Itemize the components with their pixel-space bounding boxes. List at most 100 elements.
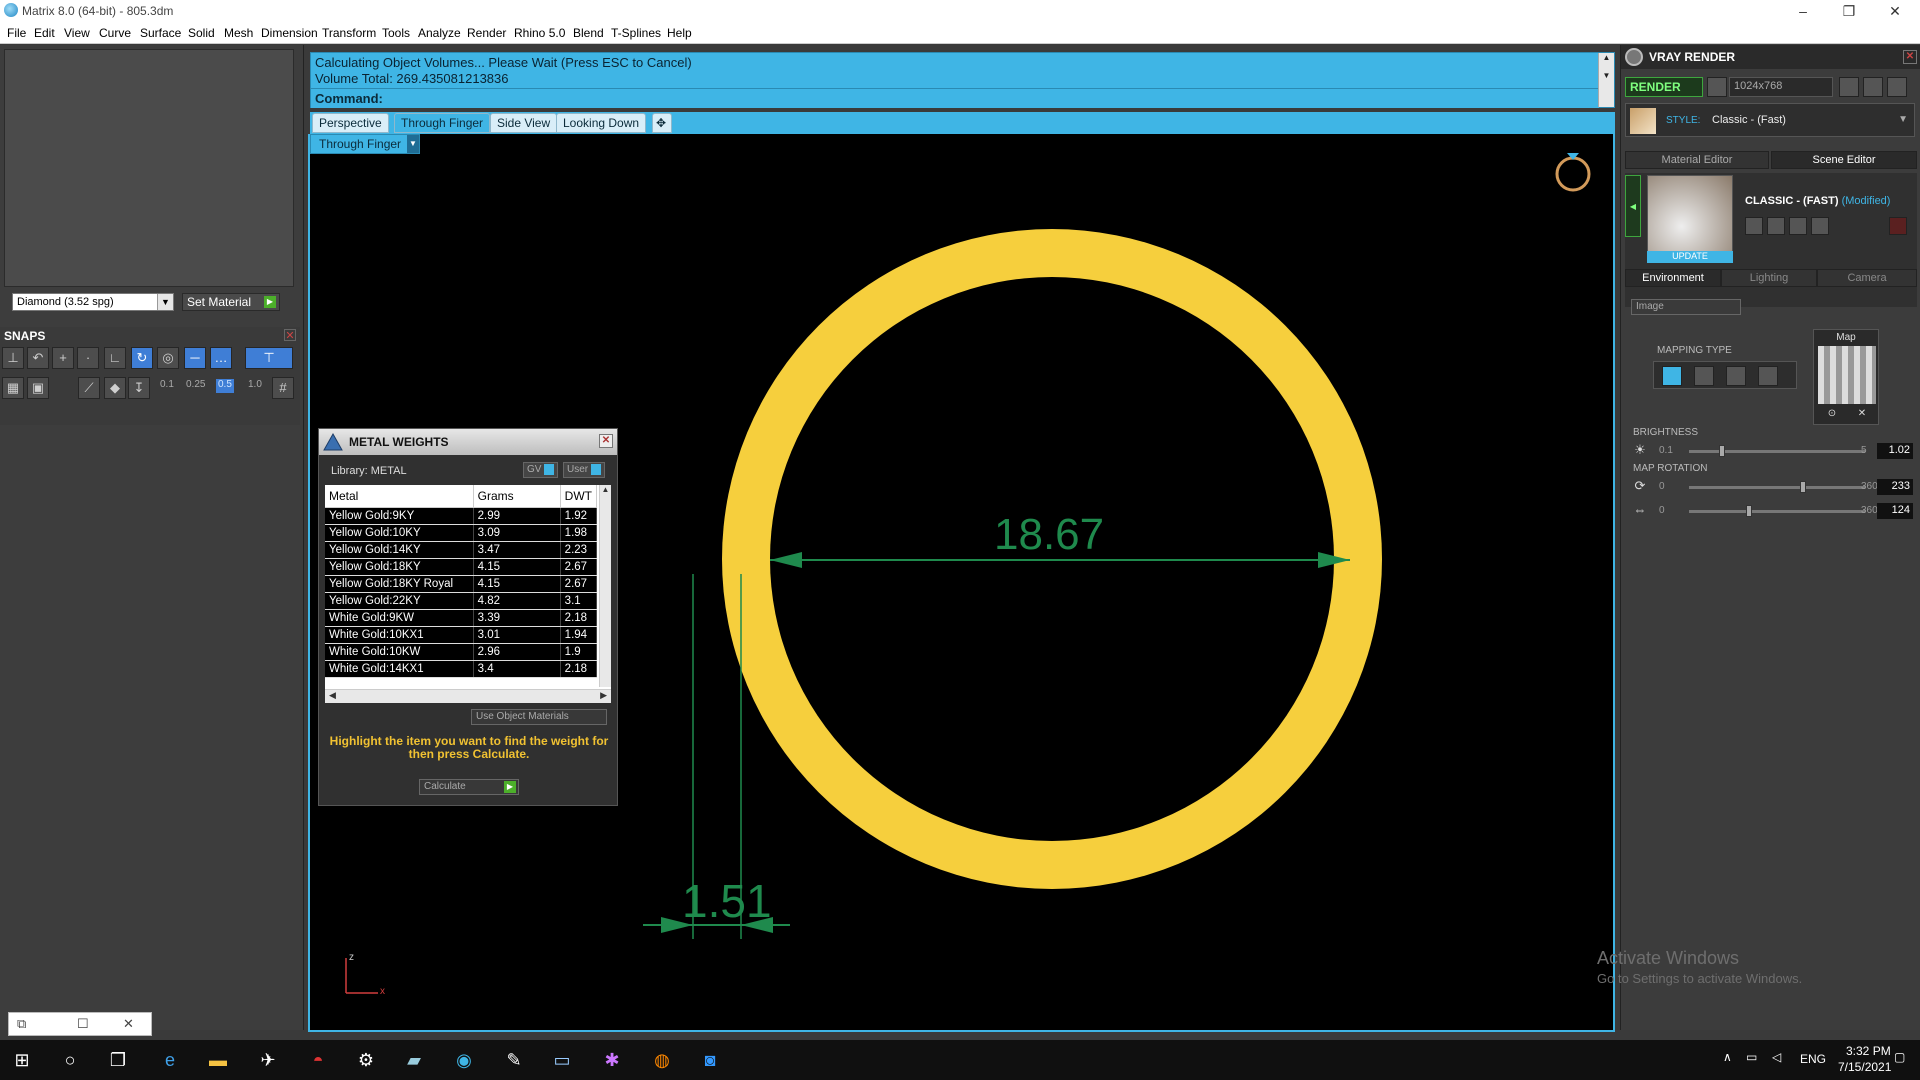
rotation-slider-1[interactable]: ⟳ 0 360 233 [1633, 479, 1913, 497]
update-button[interactable]: UPDATE [1647, 251, 1733, 263]
dialog-header[interactable]: METAL WEIGHTS ✕ [319, 429, 617, 455]
network-icon[interactable]: ▭ [1746, 1050, 1757, 1064]
use-object-materials-button[interactable]: Use Object Materials [471, 709, 607, 725]
mapping-cylinder-icon[interactable] [1758, 366, 1778, 386]
table-row[interactable]: White Gold:9KW 3.39 2.18 [325, 609, 598, 627]
clock-time[interactable]: 3:32 PM [1846, 1044, 1891, 1058]
network-app-icon[interactable]: ✱ [600, 1048, 624, 1072]
menu-analyze[interactable]: Analyze [418, 26, 461, 40]
search-icon[interactable]: ○ [58, 1048, 82, 1072]
list-icon[interactable] [1887, 77, 1907, 97]
rotation-slider-2[interactable]: ⇔ 0 360 124 [1633, 503, 1913, 521]
tab-camera[interactable]: Camera [1817, 269, 1917, 287]
map-clear-icon[interactable]: ✕ [1852, 408, 1872, 422]
snap-value-3[interactable]: 0.5 [216, 379, 234, 393]
menu-render[interactable]: Render [467, 26, 506, 40]
command-scrollbar[interactable]: ▲ ▼ [1598, 53, 1614, 107]
task-view-icon[interactable]: ❐ [106, 1048, 130, 1072]
tab-perspective[interactable]: Perspective [312, 113, 389, 133]
calculate-button[interactable]: Calculate ▶ [419, 779, 519, 795]
menu-tools[interactable]: Tools [382, 26, 410, 40]
rotation2-value[interactable]: 124 [1877, 503, 1913, 519]
table-row[interactable]: Yellow Gold:18KY 4.15 2.67 [325, 558, 598, 576]
rewind-icon[interactable] [1839, 77, 1859, 97]
minimize-button[interactable]: – [1780, 0, 1826, 22]
metal-table[interactable]: Metal Grams DWT Yellow Gold:9KY 2.99 1.92 Y… [325, 485, 611, 703]
menu-transform[interactable]: Transform [322, 26, 376, 40]
edge-icon[interactable]: e [158, 1048, 182, 1072]
rotation1-value[interactable]: 233 [1877, 479, 1913, 495]
environment-type-select[interactable]: Image [1631, 299, 1741, 315]
close-icon[interactable]: ✕ [123, 1016, 134, 1032]
tab-looking-down[interactable]: Looking Down [556, 113, 647, 133]
menu-rhino[interactable]: Rhino 5.0 [514, 26, 565, 40]
snap-value-1[interactable]: 0.1 [158, 379, 176, 393]
menu-tsplines[interactable]: T-Splines [611, 26, 661, 40]
table-row[interactable]: White Gold:10KX1 3.01 1.94 [325, 626, 598, 644]
menu-blend[interactable]: Blend [573, 26, 604, 40]
maximize-icon[interactable]: ☐ [77, 1016, 89, 1032]
zalo-icon[interactable]: ◙ [698, 1048, 722, 1072]
mapping-box-icon[interactable] [1694, 366, 1714, 386]
remove-icon[interactable] [1811, 217, 1829, 235]
brightness-slider[interactable]: ☀ 0.1 5 1.02 [1633, 443, 1913, 461]
rhino-app-icon[interactable]: ✎ [502, 1048, 526, 1072]
table-row[interactable]: White Gold:14KX1 3.4 2.18 [325, 660, 598, 678]
mapping-plane-icon[interactable] [1662, 366, 1682, 386]
snap-planar-icon[interactable]: ▣ [27, 377, 49, 399]
close-button[interactable]: ✕ [1872, 0, 1918, 22]
set-material-button[interactable]: Set Material ▶ [182, 293, 280, 311]
menu-file[interactable]: File [7, 26, 26, 40]
camera-icon[interactable] [1707, 77, 1727, 97]
snap-perp-icon[interactable]: ∟ [104, 347, 126, 369]
snap-near-icon[interactable]: ↶ [27, 347, 49, 369]
save-icon[interactable] [1745, 217, 1763, 235]
settings-icon[interactable]: ⚙ [354, 1048, 378, 1072]
chrome-icon[interactable]: ◍ [650, 1048, 674, 1072]
map-load-icon[interactable]: ⊙ [1822, 408, 1842, 422]
slider-track[interactable] [1689, 486, 1865, 489]
vertical-scrollbar[interactable]: ▲ [599, 485, 611, 687]
grid-icon[interactable]: # [272, 377, 294, 399]
table-row[interactable]: Yellow Gold:18KY Royal 4.15 2.67 [325, 575, 598, 593]
close-icon[interactable]: ✕ [284, 329, 296, 342]
table-row[interactable]: Yellow Gold:9KY 2.99 1.92 [325, 507, 598, 525]
tab-side-view[interactable]: Side View [490, 113, 558, 133]
command-input[interactable] [389, 91, 1589, 106]
tray-up-icon[interactable]: ∧ [1723, 1050, 1732, 1064]
snap-knot-icon[interactable]: … [210, 347, 232, 369]
maximize-button[interactable]: ❐ [1826, 0, 1872, 22]
matrix-app-icon[interactable]: ◉ [452, 1048, 476, 1072]
column-metal[interactable]: Metal [325, 485, 474, 508]
app-red-icon[interactable]: ◓ [306, 1048, 330, 1072]
frame-icon[interactable] [1863, 77, 1883, 97]
close-icon[interactable]: ✕ [1903, 50, 1917, 64]
add-tab-icon[interactable]: ✥ [652, 113, 672, 133]
tab-environment[interactable]: Environment [1625, 269, 1721, 287]
slider-thumb[interactable] [1745, 505, 1752, 517]
windows-start-icon[interactable]: ⊞ [10, 1048, 34, 1072]
app-bird-icon[interactable]: ✈ [256, 1048, 280, 1072]
save-as-icon[interactable] [1767, 217, 1785, 235]
menu-curve[interactable]: Curve [99, 26, 131, 40]
slider-track[interactable] [1689, 450, 1865, 453]
render-button[interactable]: RENDER [1625, 77, 1703, 97]
menu-dimension[interactable]: Dimension [261, 26, 318, 40]
menu-help[interactable]: Help [667, 26, 692, 40]
table-row[interactable]: Yellow Gold:22KY 4.82 3.1 [325, 592, 598, 610]
horizontal-scrollbar[interactable]: ◀ ▶ [325, 689, 611, 703]
restore-icon[interactable]: ⧉ [17, 1016, 26, 1032]
column-grams[interactable]: Grams [473, 485, 561, 508]
snap-end-icon[interactable]: ⊥ [2, 347, 24, 369]
gv-toggle[interactable]: GV [523, 462, 559, 478]
view-dropdown[interactable]: Through Finger ▼ [310, 134, 420, 154]
chevron-down-icon[interactable]: ▼ [157, 294, 173, 310]
add-icon[interactable] [1789, 217, 1807, 235]
snap-mid-icon[interactable]: · [77, 347, 99, 369]
table-row[interactable]: Yellow Gold:14KY 3.47 2.23 [325, 541, 598, 559]
material-select[interactable]: Diamond (3.52 spg) ▼ [12, 293, 174, 311]
tab-through-finger[interactable]: Through Finger [394, 113, 491, 133]
snap-value-4[interactable]: 1.0 [246, 379, 264, 393]
snap-quad-icon[interactable]: ─ [184, 347, 206, 369]
table-row[interactable]: White Gold:10KW 2.96 1.9 [325, 643, 598, 661]
